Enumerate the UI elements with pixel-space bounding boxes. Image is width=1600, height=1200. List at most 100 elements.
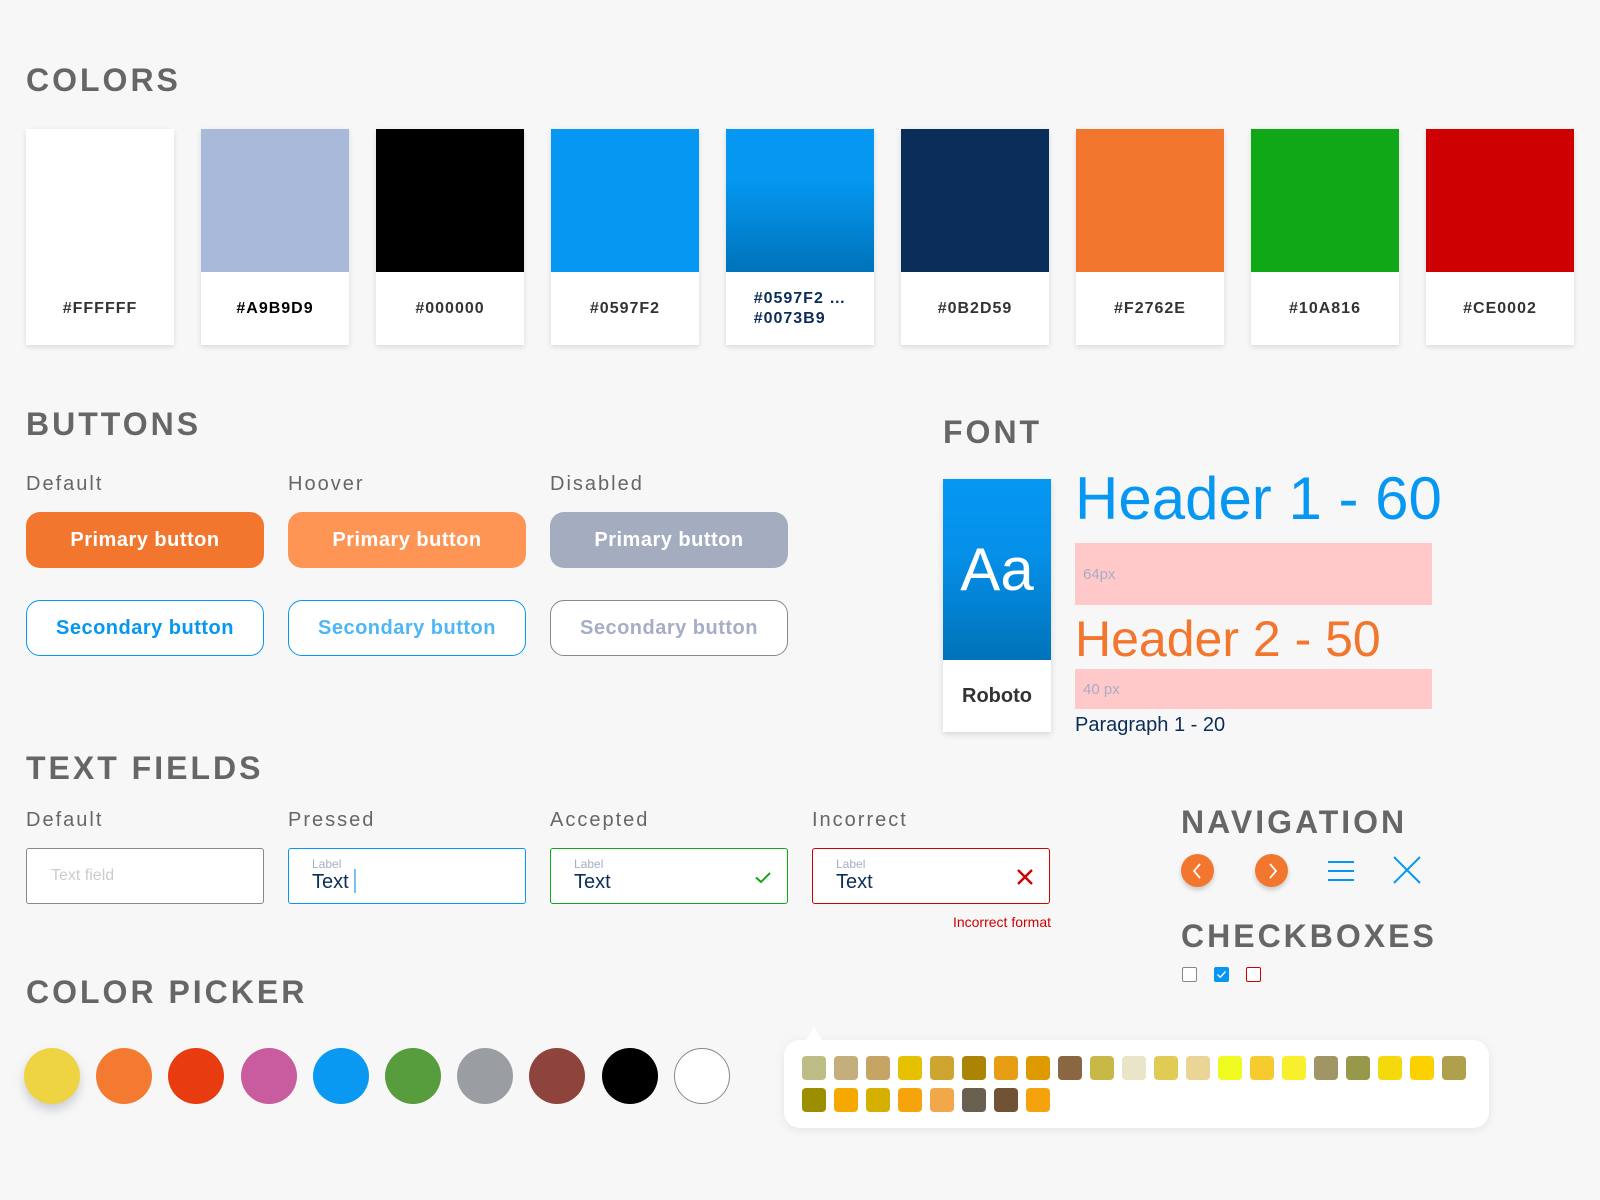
color-swatch-fill [1076,129,1224,272]
palette-color-chip[interactable] [1218,1056,1242,1080]
color-code-text: #A9B9D9 [236,299,314,317]
color-swatch-fill [726,129,874,272]
color-palette-popover [784,1026,1489,1128]
color-option-dot[interactable] [385,1048,441,1104]
palette-color-chip[interactable] [1090,1056,1114,1080]
palette-color-chip[interactable] [1442,1056,1466,1080]
color-option-dot[interactable] [457,1048,514,1104]
color-swatch-code: #CE0002 [1426,272,1574,345]
color-swatch-code: #10A816 [1251,272,1399,345]
palette-color-chip[interactable] [802,1088,826,1112]
color-option-dot[interactable] [673,1048,730,1104]
text-fields-section-title: TEXT FIELDS [26,750,264,786]
palette-color-chip[interactable] [930,1088,954,1112]
palette-color-chip[interactable] [930,1056,954,1080]
palette-color-chip[interactable] [1186,1056,1210,1080]
text-field-label: Label [574,857,604,871]
color-option-dot[interactable] [601,1048,658,1104]
color-swatch: #FFFFFF [26,129,174,345]
color-swatch-code: #A9B9D9 [201,272,349,345]
font-section-title: FONT [943,414,1043,450]
checkbox-error[interactable] [1246,967,1261,982]
secondary-button-hover[interactable]: Secondary button [288,600,526,656]
palette-color-chip[interactable] [834,1056,858,1080]
palette-color-chip[interactable] [1058,1056,1082,1080]
palette-color-chip[interactable] [1282,1056,1306,1080]
palette-color-chip[interactable] [1410,1056,1434,1080]
primary-button-hover[interactable]: Primary button [288,512,526,568]
color-code-text: #10A816 [1289,299,1361,317]
color-swatch-fill [1426,129,1574,272]
color-option-dot[interactable] [96,1048,153,1104]
text-field-error-message: Incorrect format [952,914,1051,930]
color-code-text: #0597F2 … [753,289,847,307]
color-option-dot[interactable] [529,1048,586,1104]
palette-color-chip[interactable] [1314,1056,1338,1080]
error-x-icon [1017,869,1033,885]
palette-color-chip[interactable] [1250,1056,1274,1080]
palette-color-chip[interactable] [1346,1056,1370,1080]
colors-section-title: COLORS [26,62,181,98]
primary-button-default[interactable]: Primary button [26,512,264,568]
palette-color-chip[interactable] [834,1088,858,1112]
color-swatch-fill [201,129,349,272]
close-icon[interactable] [1393,856,1421,884]
navigation-section-title: NAVIGATION [1181,804,1408,840]
palette-color-chip[interactable] [962,1056,986,1080]
palette-color-chip[interactable] [866,1056,890,1080]
palette-color-chip[interactable] [962,1088,986,1112]
checkboxes-section-title: CHECKBOXES [1181,918,1437,954]
font-family-card: Aa Roboto [943,479,1051,732]
color-swatch: #000000 [376,129,524,345]
color-code-text: #0073B9 [753,309,826,327]
palette-color-chip[interactable] [1154,1056,1178,1080]
paragraph-sample: Paragraph 1 - 20 [1075,714,1226,736]
text-field-value-wrap: Text [312,869,356,894]
nav-previous-button[interactable] [1181,854,1214,887]
checkbox-checked[interactable] [1214,967,1229,982]
secondary-button-default[interactable]: Secondary button [26,600,264,656]
palette-color-chip[interactable] [866,1088,890,1112]
text-field-incorrect[interactable]: Label Text [812,848,1050,904]
color-swatch-code: #0597F2 [551,272,699,345]
color-option-dot[interactable] [240,1048,297,1104]
header-2-spacing-bar: 40 px [1075,669,1432,709]
header-1-spacing-bar: 64px [1075,543,1432,605]
palette-color-chip[interactable] [1378,1056,1402,1080]
color-option-dot[interactable] [24,1048,80,1104]
chevron-right-icon [1268,862,1277,879]
color-swatch-fill [551,129,699,272]
palette-color-chip[interactable] [1026,1088,1050,1112]
color-code-text: #F2762E [1114,299,1186,317]
text-field-label: Label [312,857,342,871]
palette-color-chip[interactable] [802,1056,826,1080]
palette-color-chip[interactable] [994,1088,1018,1112]
nav-next-button[interactable] [1255,854,1288,887]
text-field-value: Text [312,871,349,893]
header-2-spacing-label: 40 px [1083,680,1120,698]
menu-icon[interactable] [1327,860,1355,882]
color-code-text: #0B2D59 [937,299,1013,317]
text-field-pressed[interactable]: Label Text [288,848,526,904]
color-swatch: #0597F2 [551,129,699,345]
checkmark-icon [1217,971,1227,979]
palette-color-chip[interactable] [898,1056,922,1080]
checkbox-unchecked[interactable] [1182,967,1197,982]
text-field-accepted[interactable]: Label Text [550,848,788,904]
color-picker-section-title: COLOR PICKER [26,974,308,1010]
palette-color-chip[interactable] [994,1056,1018,1080]
color-code-text: #0597F2 [589,299,661,317]
header-1-sample: Header 1 - 60 [1075,465,1442,532]
color-swatch-fill [376,129,524,272]
palette-color-chip[interactable] [898,1088,922,1112]
text-field-state-label-incorrect: Incorrect [812,809,908,831]
text-caret [353,869,356,894]
palette-color-chip[interactable] [1122,1056,1146,1080]
text-field-default[interactable]: Text field [26,848,264,904]
color-option-dot[interactable] [168,1048,225,1104]
palette-color-chip[interactable] [1026,1056,1050,1080]
check-icon [755,872,771,884]
color-swatch: #F2762E [1076,129,1224,345]
color-option-dot[interactable] [312,1048,369,1104]
color-swatch-code: #FFFFFF [26,272,174,345]
